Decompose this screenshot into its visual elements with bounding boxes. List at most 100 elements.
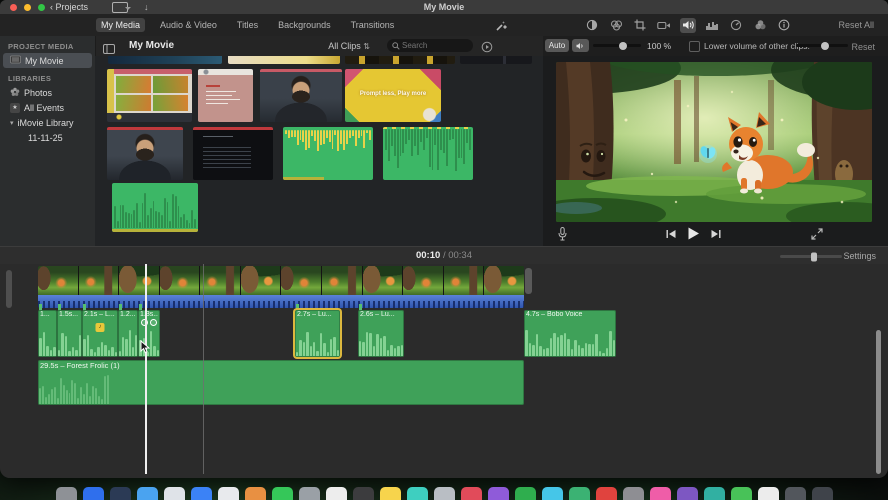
playhead[interactable] [145, 264, 147, 474]
clip-info-icon[interactable] [776, 18, 792, 33]
dock-app-icon[interactable] [541, 487, 563, 500]
dock-app-icon[interactable] [109, 487, 131, 500]
crop-icon[interactable] [632, 18, 648, 33]
clip-end-handle[interactable] [525, 268, 532, 294]
stabilization-icon[interactable] [656, 18, 672, 33]
dock-app-icon[interactable] [703, 487, 725, 500]
audio-clip[interactable]: 2.7s – Lu... [295, 310, 340, 357]
dock-app-icon[interactable] [55, 487, 77, 500]
disclosure-chevron-icon[interactable]: ▾ [10, 119, 14, 127]
dock-app-icon[interactable] [649, 487, 671, 500]
dock-app-icon[interactable] [325, 487, 347, 500]
video-frame-thumbnail[interactable] [200, 266, 240, 295]
dock-app-icon[interactable] [622, 487, 644, 500]
dock-app-icon[interactable] [568, 487, 590, 500]
timeline-settings-button[interactable]: Settings [837, 250, 882, 262]
volume-icon[interactable] [680, 17, 696, 33]
media-thumbnail-promo[interactable]: Prompt less, Play more [345, 69, 441, 122]
audio-clip[interactable]: 2.6s – Lu... [358, 310, 404, 357]
dock-app-icon[interactable] [433, 487, 455, 500]
dock-app-icon[interactable] [784, 487, 806, 500]
video-frame-thumbnail[interactable] [119, 266, 159, 295]
dock-app-icon[interactable] [460, 487, 482, 500]
audio-clip[interactable]: 1.5s... [57, 310, 82, 357]
volume-slider[interactable] [593, 41, 641, 50]
sidebar-item-photos[interactable]: Photos [0, 85, 95, 100]
fade-handle[interactable] [150, 319, 157, 326]
tab-my-media[interactable]: My Media [96, 18, 146, 32]
reset-button[interactable]: Reset [845, 41, 881, 53]
skip-forward-icon[interactable] [711, 229, 721, 239]
audio-clip[interactable]: 2.1s – L... ♪ [82, 310, 118, 357]
speed-icon[interactable] [728, 18, 744, 33]
audio-clip[interactable]: 1... [38, 310, 57, 357]
media-thumbnail-screen-grid[interactable] [107, 69, 192, 122]
sidebar-item-library-date[interactable]: 11-11-25 [0, 130, 95, 145]
video-frame-thumbnail[interactable] [322, 266, 362, 295]
noise-reduction-eq-icon[interactable] [704, 18, 720, 33]
dock-app-icon[interactable] [757, 487, 779, 500]
dock-app-icon[interactable] [514, 487, 536, 500]
media-thumbnail-webcam[interactable] [260, 69, 342, 122]
media-thumbnail-audio[interactable] [283, 127, 373, 180]
video-frame-thumbnail[interactable] [403, 266, 443, 295]
timeline-zoom-slider[interactable] [780, 252, 842, 261]
play-icon[interactable] [687, 227, 700, 240]
video-frame-thumbnail[interactable] [443, 266, 484, 295]
skip-back-icon[interactable] [666, 229, 676, 239]
lower-volume-slider[interactable] [796, 41, 848, 50]
clip-filter-icon[interactable] [752, 18, 768, 33]
sidebar-item-all-events[interactable]: ★ All Events [0, 100, 95, 115]
audio-clip[interactable]: 1.2... [118, 310, 138, 357]
video-frame-thumbnail[interactable] [281, 266, 322, 295]
clip-filter-dropdown[interactable]: All Clips ⇅ [322, 40, 376, 52]
media-thumbnail-partial[interactable] [228, 56, 340, 64]
timeline-scrollbar[interactable] [876, 330, 881, 474]
lower-volume-checkbox[interactable] [689, 41, 700, 52]
fullscreen-icon[interactable] [811, 228, 823, 243]
reset-all-button[interactable]: Reset All [832, 19, 880, 31]
dock-app-icon[interactable] [163, 487, 185, 500]
dock-app-icon[interactable] [352, 487, 374, 500]
video-frame-thumbnail[interactable] [159, 266, 200, 295]
media-thumbnail-partial[interactable] [345, 56, 455, 64]
video-frame-thumbnail[interactable] [38, 266, 78, 295]
dock-app-icon[interactable] [82, 487, 104, 500]
search-input[interactable] [400, 40, 468, 51]
preview-video[interactable] [556, 62, 872, 222]
dock-app-icon[interactable] [190, 487, 212, 500]
background-music-clip[interactable]: 29.5s – Forest Frolic (1) [38, 360, 524, 405]
dock-app-icon[interactable] [676, 487, 698, 500]
media-thumbnail-terminal[interactable] [193, 127, 273, 180]
dock-app-icon[interactable] [730, 487, 752, 500]
dock-app-icon[interactable] [406, 487, 428, 500]
media-thumbnail-audio[interactable] [112, 183, 198, 232]
video-frame-thumbnail[interactable] [78, 266, 119, 295]
search-field[interactable] [387, 39, 473, 52]
media-thumbnail-document[interactable] [198, 69, 253, 122]
timeline-left-handle[interactable] [6, 270, 12, 308]
dock-app-icon[interactable] [379, 487, 401, 500]
video-frame-thumbnail[interactable] [240, 266, 281, 295]
tab-backgrounds[interactable]: Backgrounds [273, 18, 336, 32]
auto-enhance-wand-icon[interactable] [495, 19, 508, 37]
audio-clip[interactable]: 4.7s – Bobo Voice [524, 310, 616, 357]
mute-button[interactable] [572, 39, 589, 52]
dock-app-icon[interactable] [271, 487, 293, 500]
tab-transitions[interactable]: Transitions [346, 18, 400, 32]
video-frame-thumbnail[interactable] [484, 266, 524, 295]
microphone-icon[interactable] [558, 227, 567, 244]
dock-app-icon[interactable] [217, 487, 239, 500]
tab-audio-video[interactable]: Audio & Video [155, 18, 222, 32]
video-frame-thumbnail[interactable] [362, 266, 403, 295]
sidebar-item-my-movie[interactable]: My Movie [3, 53, 92, 68]
media-thumbnail-webcam[interactable] [107, 127, 183, 180]
dock-app-icon[interactable] [298, 487, 320, 500]
color-balance-icon[interactable] [584, 18, 600, 33]
auto-volume-button[interactable]: Auto [545, 39, 569, 52]
sidebar-item-imovie-library[interactable]: ▾ iMovie Library [0, 115, 95, 130]
dock-app-icon[interactable] [487, 487, 509, 500]
tab-titles[interactable]: Titles [232, 18, 263, 32]
dock-app-icon[interactable] [811, 487, 833, 500]
media-thumbnail-audio[interactable] [383, 127, 473, 180]
